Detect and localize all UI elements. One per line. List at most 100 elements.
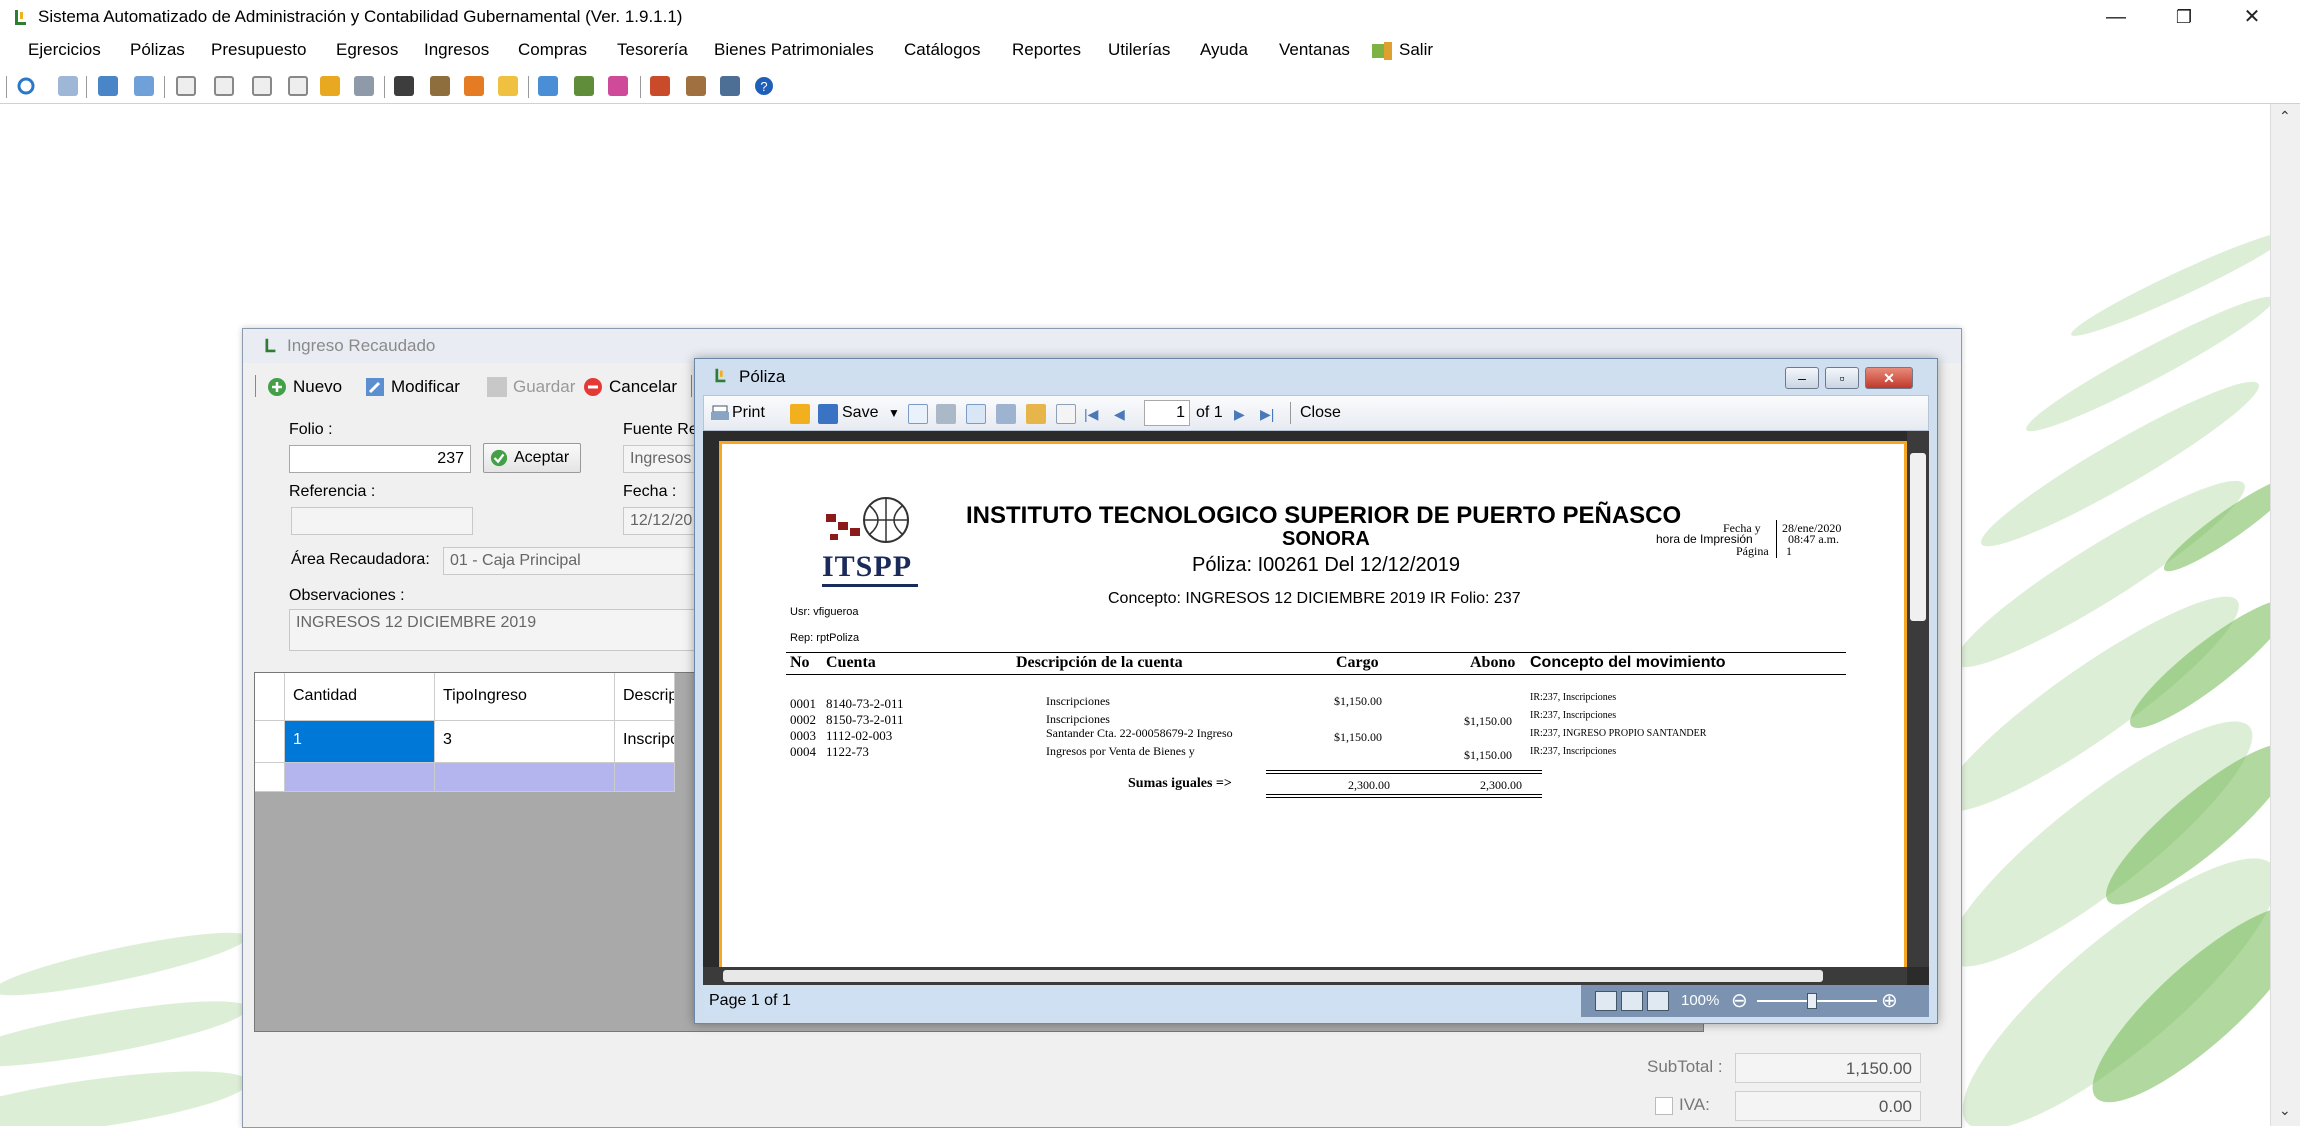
folio-input[interactable]: 237	[289, 445, 471, 473]
iva-checkbox[interactable]	[1655, 1097, 1673, 1115]
minimize-button[interactable]: —	[2082, 0, 2150, 34]
report-horizontal-scrollbar[interactable]	[703, 967, 1907, 985]
open-icon[interactable]	[790, 404, 810, 424]
zoom-out-icon[interactable]: ⊖	[1731, 988, 1748, 1013]
zoom-slider-thumb[interactable]	[1807, 993, 1817, 1009]
menu-ayuda[interactable]: Ayuda	[1200, 40, 1248, 60]
previous-page-icon[interactable]: ◀	[1114, 406, 1125, 423]
menu-ingresos[interactable]: Ingresos	[424, 40, 489, 60]
referencia-input[interactable]	[291, 507, 473, 535]
transfer-icon[interactable]	[464, 76, 484, 96]
row-header[interactable]	[255, 721, 285, 763]
zoom-slider[interactable]	[1757, 1000, 1877, 1002]
menu-compras[interactable]: Compras	[518, 40, 587, 60]
new-row-cell[interactable]	[435, 763, 615, 792]
document-e-icon[interactable]	[252, 76, 272, 96]
email-icon[interactable]	[908, 404, 928, 424]
save-button[interactable]: Save	[842, 404, 878, 422]
menu-ejercicios[interactable]: Ejercicios	[28, 40, 101, 60]
grid-cell-cantidad[interactable]: 1	[285, 721, 435, 763]
close-button[interactable]: ✕	[2218, 0, 2286, 34]
notes-icon[interactable]	[538, 76, 558, 96]
column-header[interactable]: Cantidad	[285, 673, 435, 721]
report-hscroll-thumb[interactable]	[723, 970, 1823, 982]
menu-tesoreria[interactable]: Tesorería	[617, 40, 688, 60]
menu-bienes-patrimoniales[interactable]: Bienes Patrimoniales	[714, 40, 874, 60]
multi-page-icon[interactable]	[1647, 991, 1669, 1011]
save-dropdown-icon[interactable]: ▼	[888, 406, 900, 420]
menu-reportes[interactable]: Reportes	[1012, 40, 1081, 60]
cancelar-button[interactable]: Cancelar	[609, 377, 677, 397]
document-p-icon[interactable]	[288, 76, 308, 96]
cancel-icon	[584, 378, 602, 396]
menu-salir[interactable]: Salir	[1399, 40, 1433, 60]
clipboard-icon[interactable]	[394, 76, 414, 96]
table-icon[interactable]	[134, 76, 154, 96]
next-page-icon[interactable]: ▶	[1234, 406, 1245, 423]
tools-icon[interactable]	[574, 76, 594, 96]
catalog-icon[interactable]	[58, 76, 78, 96]
main-vertical-scrollbar[interactable]: ⌃ ⌄	[2270, 104, 2300, 1126]
aceptar-button[interactable]: Aceptar	[483, 443, 581, 473]
menu-presupuesto[interactable]: Presupuesto	[211, 40, 306, 60]
refresh-icon[interactable]	[16, 76, 36, 96]
document-d-icon[interactable]	[214, 76, 234, 96]
table-header-rule	[786, 674, 1846, 675]
list-icon[interactable]	[98, 76, 118, 96]
menu-polizas[interactable]: Pólizas	[130, 40, 185, 60]
poliza-maximize-button[interactable]: ▫	[1825, 367, 1859, 389]
group-tree-icon[interactable]	[966, 404, 986, 424]
grid-cell-descripcion[interactable]: Inscripcion	[615, 721, 675, 763]
report-icon[interactable]	[320, 76, 340, 96]
menu-egresos[interactable]: Egresos	[336, 40, 398, 60]
nuevo-button[interactable]: Nuevo	[293, 377, 342, 397]
print-icon[interactable]	[354, 76, 374, 96]
area-recaudadora-select[interactable]: 01 - Caja Principal	[443, 547, 695, 575]
row-header-corner	[255, 673, 285, 721]
report-concepto-line: Concepto: INGRESOS 12 DICIEMBRE 2019 IR …	[1108, 590, 1521, 607]
new-row-cell[interactable]	[615, 763, 675, 792]
last-page-icon[interactable]: ▶|	[1260, 406, 1274, 423]
scroll-down-icon[interactable]: ⌄	[2279, 1102, 2291, 1119]
menu-utilerias[interactable]: Utilerías	[1108, 40, 1170, 60]
page-number-input[interactable]: 1	[1144, 400, 1190, 426]
help-icon[interactable]: ?	[754, 76, 774, 96]
column-header[interactable]: Descripció	[615, 673, 675, 721]
grid-cell-tipoingreso[interactable]: 3	[435, 721, 615, 763]
folder-icon[interactable]	[430, 76, 450, 96]
document-c-icon[interactable]	[176, 76, 196, 96]
page-setup-icon[interactable]	[1056, 404, 1076, 424]
poliza-close-button[interactable]: ✕	[1865, 367, 1913, 389]
scroll-up-icon[interactable]: ⌃	[2279, 108, 2291, 125]
edit-report-icon[interactable]	[1026, 404, 1046, 424]
poliza-minimize-button[interactable]: –	[1785, 367, 1819, 389]
print-button[interactable]: Print	[732, 404, 765, 422]
fecha-input[interactable]: 12/12/20	[623, 507, 695, 535]
new-row-header[interactable]	[255, 763, 285, 792]
box-icon[interactable]	[498, 76, 518, 96]
report-vscroll-thumb[interactable]	[1910, 453, 1926, 621]
zoom-in-icon[interactable]: ⊕	[1881, 988, 1898, 1013]
chart-icon[interactable]	[608, 76, 628, 96]
observaciones-textarea[interactable]: INGRESOS 12 DICIEMBRE 2019	[289, 609, 695, 651]
fit-page-icon[interactable]	[1595, 991, 1617, 1011]
menu-ventanas[interactable]: Ventanas	[1279, 40, 1350, 60]
app-icon	[15, 10, 26, 25]
parameters-icon[interactable]	[996, 404, 1016, 424]
find-icon[interactable]	[936, 404, 956, 424]
column-header[interactable]: TipoIngreso	[435, 673, 615, 721]
new-row-cell[interactable]	[285, 763, 435, 792]
first-page-icon[interactable]: |◀	[1084, 406, 1098, 423]
fuente-select[interactable]: Ingresos	[623, 445, 695, 473]
restore-button[interactable]: ❐	[2150, 0, 2218, 34]
single-page-icon[interactable]	[1621, 991, 1643, 1011]
database-icon[interactable]	[720, 76, 740, 96]
report-vertical-scrollbar[interactable]	[1907, 431, 1929, 967]
close-report-button[interactable]: Close	[1300, 404, 1341, 422]
tree-icon[interactable]	[650, 76, 670, 96]
users-icon[interactable]	[686, 76, 706, 96]
modificar-button[interactable]: Modificar	[391, 377, 460, 397]
guardar-button[interactable]: Guardar	[513, 377, 575, 397]
menu-catalogos[interactable]: Catálogos	[904, 40, 981, 60]
sumas-iguales-label: Sumas iguales =>	[1128, 776, 1232, 791]
